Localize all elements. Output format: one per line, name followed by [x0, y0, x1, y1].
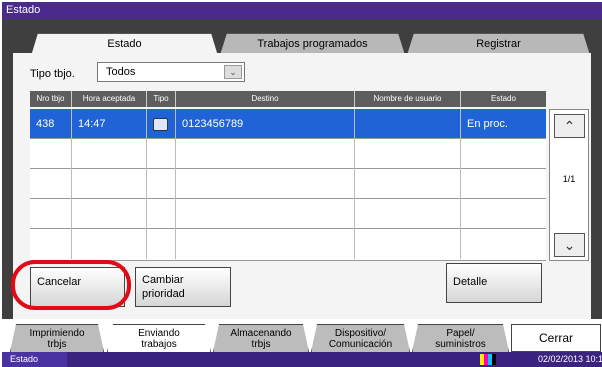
- tab-paper-supplies[interactable]: Papel/ suministros: [412, 324, 509, 352]
- empty-cell: [176, 139, 355, 169]
- empty-cell: [355, 199, 461, 229]
- empty-cell: [72, 229, 147, 259]
- table-row[interactable]: [30, 169, 546, 199]
- window-title: Estado: [2, 2, 602, 19]
- table-row[interactable]: [30, 199, 546, 229]
- tab-label-line2: suministros: [435, 339, 486, 350]
- column-header-status: Estado: [491, 94, 516, 103]
- empty-cell: [147, 169, 176, 199]
- empty-cell: [30, 199, 72, 229]
- empty-cell: [355, 139, 461, 169]
- empty-cell: [147, 229, 176, 259]
- job-type-value: Todos: [106, 66, 136, 78]
- time-cell: 14:47: [72, 109, 147, 139]
- scroll-panel: ⌃ 1/1 ⌄: [549, 109, 589, 261]
- chevron-down-icon[interactable]: ⌄: [224, 65, 242, 79]
- chevron-up-icon[interactable]: ⌃: [554, 114, 585, 138]
- column-header-destination: Destino: [176, 91, 355, 107]
- tab-label-line2: trbjs: [47, 339, 67, 350]
- tab-label-line1: Dispositivo/: [334, 328, 387, 339]
- user-cell: [355, 109, 461, 139]
- table-row[interactable]: [30, 229, 546, 261]
- column-header-user: Nombre de usuario: [355, 91, 461, 107]
- job-type-select[interactable]: Todos ⌄: [97, 62, 245, 82]
- empty-cell: [355, 169, 461, 199]
- empty-cell: [30, 229, 72, 259]
- tab-label-line1: Almacenando: [230, 328, 292, 339]
- tab-sending-jobs[interactable]: Enviando trabajos: [107, 324, 211, 352]
- change-priority-line1: Cambiar: [142, 274, 184, 286]
- empty-cell: [72, 199, 147, 229]
- tab-label-line1: Imprimiendo: [29, 328, 85, 339]
- tab-label-line2: Comunicación: [328, 339, 393, 350]
- empty-cell: [30, 169, 72, 199]
- status-bar: Estado 02/02/2013 10:10: [2, 352, 602, 367]
- fax-icon: [153, 117, 168, 131]
- status-label: Estado: [2, 352, 67, 367]
- empty-cell: [72, 169, 147, 199]
- table-header: Nro tbjo Hora aceptada Tipo Destino Nomb…: [30, 91, 546, 107]
- detail-button[interactable]: Detalle: [446, 263, 542, 303]
- table-row[interactable]: 438 14:47 0123456789 En proc.: [30, 109, 546, 139]
- change-priority-button[interactable]: Cambiar prioridad: [135, 267, 231, 307]
- close-button[interactable]: Cerrar: [511, 324, 601, 352]
- empty-cell: [30, 139, 72, 169]
- empty-cell: [147, 139, 176, 169]
- chevron-down-icon[interactable]: ⌄: [554, 233, 585, 257]
- status-cell: En proc.: [467, 118, 508, 130]
- highlight-circle: [11, 260, 131, 310]
- change-priority-line2: prioridad: [142, 288, 185, 300]
- column-header-time: Hora aceptada: [72, 91, 147, 107]
- column-header-type: Tipo: [147, 91, 176, 107]
- empty-cell: [147, 199, 176, 229]
- empty-cell: [176, 169, 355, 199]
- tab-registrar[interactable]: Registrar: [407, 33, 590, 55]
- type-cell: [147, 109, 176, 139]
- tab-label-line2: trabajos: [141, 339, 177, 350]
- toner-icon: [480, 354, 496, 365]
- column-header-job-number: Nro tbjo: [30, 91, 72, 107]
- tab-printing-jobs[interactable]: Imprimiendo trbjs: [10, 324, 104, 352]
- page-indicator: 1/1: [562, 174, 576, 184]
- detail-button-label: Detalle: [453, 276, 488, 288]
- tab-label-line2: trbjs: [251, 339, 271, 350]
- empty-cell: [176, 199, 355, 229]
- tab-storing-jobs[interactable]: Almacenando trbjs: [213, 324, 309, 352]
- job-type-label: Tipo tbjo.: [30, 68, 75, 80]
- tab-device-communication[interactable]: Dispositivo/ Comunicación: [311, 324, 410, 352]
- empty-cell: [355, 229, 461, 259]
- job-number-cell: 438: [30, 109, 72, 139]
- tab-label-line1: Papel/: [446, 328, 475, 339]
- tab-trabajos-programados[interactable]: Trabajos programados: [220, 33, 405, 55]
- empty-cell: [72, 139, 147, 169]
- empty-cell: [176, 229, 355, 259]
- table-row[interactable]: [30, 139, 546, 169]
- destination-cell: 0123456789: [176, 109, 355, 139]
- tab-label-line1: Enviando: [138, 328, 180, 339]
- status-datetime: 02/02/2013 10:10: [538, 354, 602, 364]
